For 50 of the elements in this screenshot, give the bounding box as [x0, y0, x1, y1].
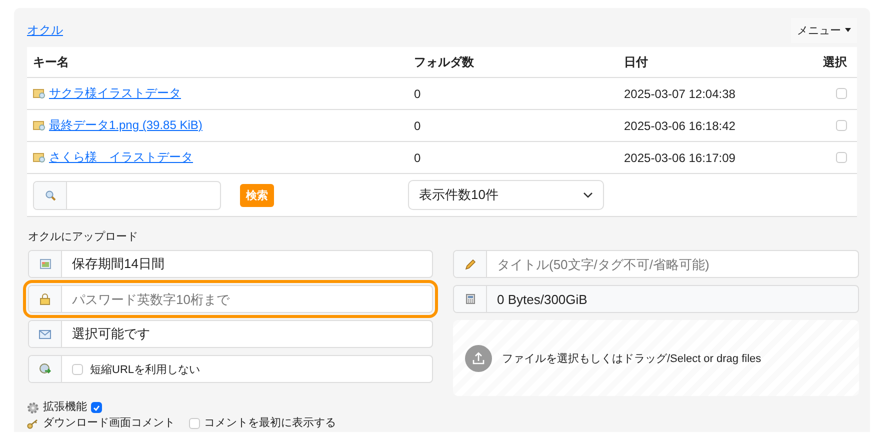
- retention-select[interactable]: 保存期間14日間: [28, 250, 433, 278]
- file-link[interactable]: さくら様 イラストデータ: [49, 149, 193, 166]
- comment-label: ダウンロード画面コメント: [43, 417, 175, 430]
- lock-icon: [40, 293, 50, 305]
- title-input[interactable]: タイトル(50文字/タグ不可/省略可能): [487, 251, 858, 277]
- checkbox[interactable]: [836, 120, 847, 131]
- calendar-icon: [40, 259, 50, 269]
- table-cell-text: 0: [413, 86, 422, 100]
- checkbox[interactable]: [189, 418, 200, 429]
- checkbox[interactable]: [72, 364, 83, 374]
- table-cell-text: 0: [413, 150, 422, 164]
- file-link[interactable]: サクラ様イラストデータ: [49, 85, 181, 102]
- calculator-icon: [466, 294, 474, 304]
- checkbox[interactable]: [91, 402, 102, 413]
- gear-icon: [27, 402, 39, 414]
- table-cell-text: 2025-03-06 16:18:42: [623, 118, 736, 132]
- table-cell-text: 2025-03-06 16:17:09: [623, 150, 736, 164]
- quota-display: 0 Bytes/300GiB: [453, 285, 859, 313]
- column-header: 選択: [822, 54, 848, 70]
- checkbox-label: 短縮URLを利用しない: [90, 362, 200, 376]
- section-heading: オクルにアップロード: [28, 230, 139, 244]
- column-header: 日付: [623, 54, 649, 70]
- check-icon: [93, 404, 100, 410]
- file-link[interactable]: 最終データ1.png (39.85 KiB): [49, 117, 202, 134]
- search-icon: [44, 190, 56, 200]
- column-header: フォルダ数: [413, 54, 475, 70]
- page-size-select[interactable]: 表示件数10件: [408, 180, 604, 210]
- envelope-icon: [39, 330, 51, 338]
- checkbox[interactable]: [836, 152, 847, 163]
- search-field[interactable]: [33, 180, 221, 210]
- upload-icon: [465, 344, 492, 372]
- table-cell-text: 0: [413, 118, 422, 132]
- table-cell-text: 2025-03-07 12:04:38: [623, 86, 736, 100]
- pencil-icon: [464, 258, 476, 270]
- folder-search-icon: [33, 88, 46, 99]
- checkbox-label: コメントを最初に表示する: [204, 417, 336, 430]
- chevron-down-icon: [583, 192, 593, 198]
- drop-zone-text: ファイルを選択もしくはドラッグ/Select or drag files: [502, 352, 762, 366]
- column-header: キー名: [32, 54, 70, 70]
- folder-search-icon: [33, 120, 46, 131]
- extensions-label: 拡張機能: [43, 401, 87, 414]
- title-field[interactable]: タイトル(50文字/タグ不可/省略可能): [453, 250, 859, 278]
- key-icon: [27, 418, 39, 428]
- mail-select[interactable]: 選択可能です: [28, 320, 433, 348]
- checkbox[interactable]: [836, 88, 847, 99]
- folder-search-icon: [33, 152, 46, 163]
- home-link[interactable]: オクル: [27, 22, 63, 38]
- caret-icon: [845, 28, 851, 32]
- password-input[interactable]: パスワード英数字10桁まで: [62, 286, 432, 312]
- file-drop-zone[interactable]: ファイルを選択もしくはドラッグ/Select or drag files: [453, 320, 859, 396]
